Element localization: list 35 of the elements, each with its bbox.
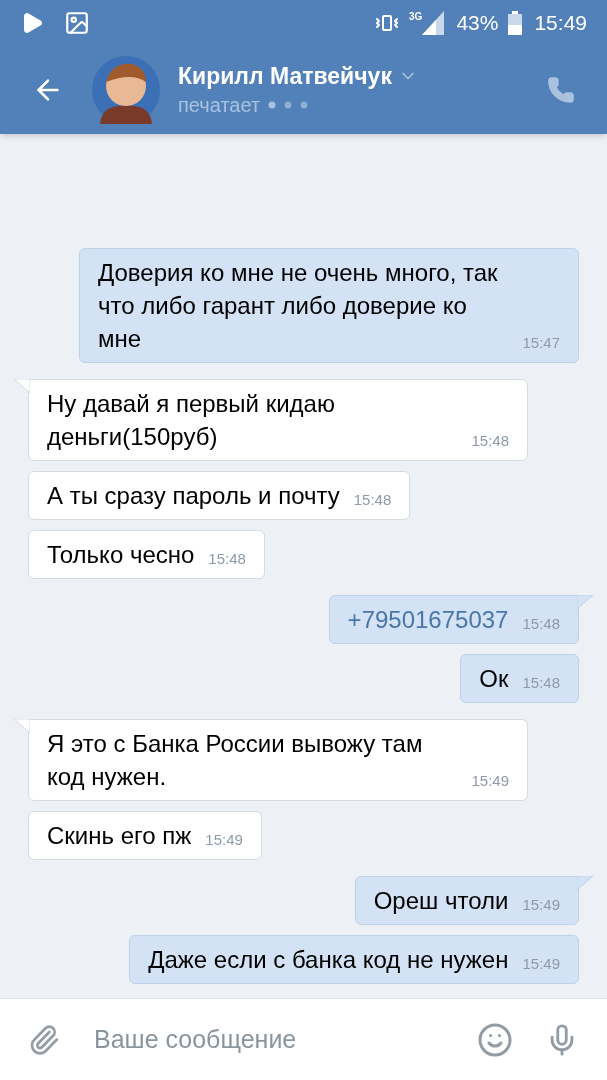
message-time: 15:48 bbox=[522, 673, 560, 693]
attach-icon[interactable] bbox=[28, 1023, 60, 1056]
message-text: Скинь его пж bbox=[47, 821, 192, 851]
network-label: 3G bbox=[409, 11, 423, 23]
contact-name[interactable]: Кирилл Матвейчук bbox=[178, 61, 392, 91]
message-text: Я это с Банка России вывожу там код нужен. bbox=[47, 729, 424, 792]
message-input[interactable]: Ваше сообщение bbox=[94, 1020, 467, 1059]
signal-icon bbox=[422, 11, 445, 35]
avatar[interactable] bbox=[92, 56, 160, 124]
message-time: 15:49 bbox=[205, 830, 243, 850]
message-time: 15:49 bbox=[471, 771, 509, 791]
message-time: 15:48 bbox=[471, 431, 509, 451]
message-time: 15:48 bbox=[522, 614, 560, 634]
message-text: Ок bbox=[479, 664, 509, 694]
typing-status: печатает bbox=[178, 93, 261, 118]
message-text: А ты сразу пароль и почту bbox=[47, 481, 340, 511]
phone-icon[interactable] bbox=[547, 76, 575, 104]
message-composer[interactable]: Ваше сообщение bbox=[0, 998, 607, 1080]
battery-icon bbox=[508, 11, 523, 35]
clock: 15:49 bbox=[534, 10, 587, 37]
message-text: Ореш чтоли bbox=[373, 886, 509, 916]
phone-link[interactable]: +79501675037 bbox=[347, 603, 509, 636]
message-time: 15:48 bbox=[208, 549, 246, 569]
message-text: Даже если с банка код не нужен bbox=[148, 945, 509, 975]
battery-percent: 43% bbox=[456, 10, 499, 37]
message-time: 15:47 bbox=[522, 333, 560, 353]
message-text: Доверия ко мне не очень много, так что либо гарант либо доверие ко мне bbox=[98, 258, 499, 354]
message-time: 15:49 bbox=[522, 954, 560, 974]
message-text: Ну давай я первый кидаю деньги(150руб) bbox=[47, 389, 336, 452]
image-icon bbox=[64, 10, 90, 36]
message-text: Только чесно bbox=[47, 540, 195, 570]
message-time: 15:48 bbox=[353, 490, 392, 510]
emoji-icon[interactable] bbox=[477, 1021, 513, 1058]
message-time: 15:49 bbox=[522, 895, 560, 915]
typing-dots-icon bbox=[268, 101, 309, 109]
